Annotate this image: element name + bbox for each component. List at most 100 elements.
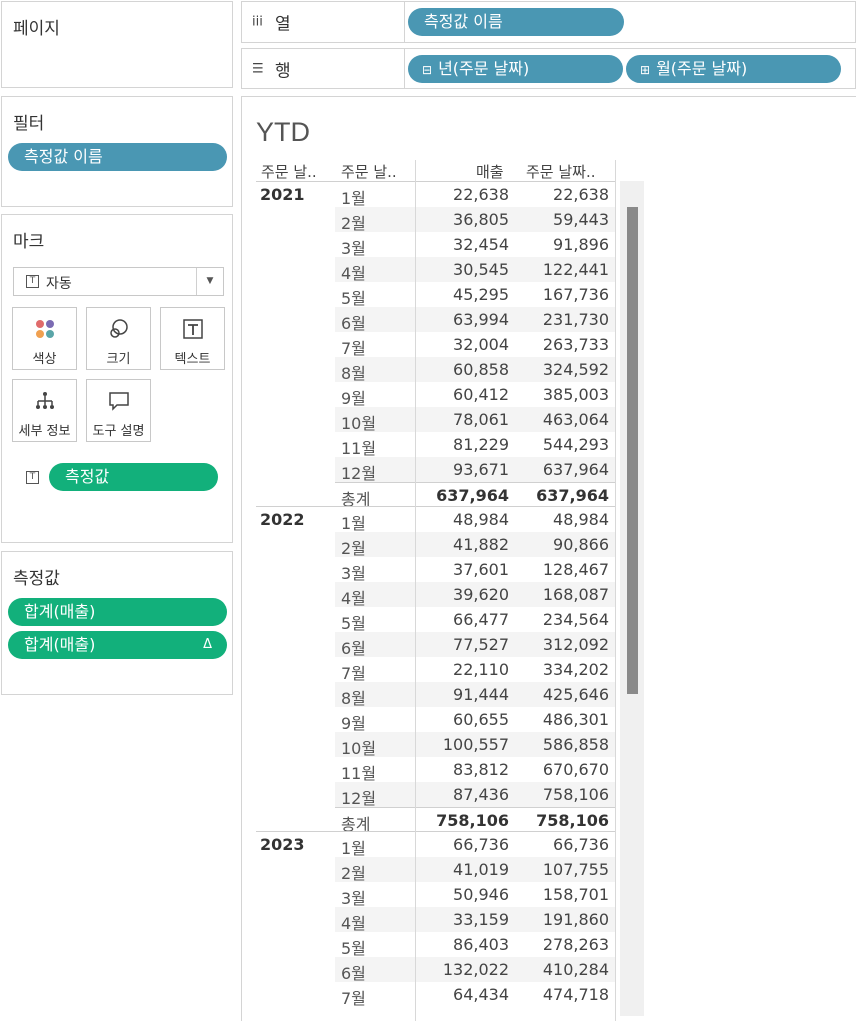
sales-cell: 60,655: [453, 710, 509, 729]
running-total-cell: 758,106: [536, 811, 609, 830]
month-cell: 1월: [341, 839, 366, 858]
running-total-cell: 463,064: [542, 410, 609, 429]
scrollbar-thumb[interactable]: [627, 207, 638, 694]
month-cell: 4월: [341, 264, 366, 283]
mark-type-dropdown[interactable]: T 자동 ▼: [13, 267, 224, 296]
running-total-cell: 158,701: [542, 885, 609, 904]
table-row: 9월 60,412 385,003: [335, 382, 615, 408]
running-total-cell: 334,202: [542, 660, 609, 679]
sales-cell: 132,022: [442, 960, 509, 979]
running-total-cell: 312,092: [542, 635, 609, 654]
month-cell: 12월: [341, 464, 377, 483]
running-total-cell: 59,443: [553, 210, 609, 229]
measure-pill-sum-sales[interactable]: 합계(매출): [8, 598, 227, 626]
sales-cell: 32,004: [453, 335, 509, 354]
columns-shelf[interactable]: iii 열 측정값 이름: [241, 1, 856, 43]
year-label: 2021: [260, 185, 305, 204]
table-row: 7월 32,004 263,733: [335, 332, 615, 358]
table-row: 5월 86,403 278,263: [335, 932, 615, 958]
running-total-cell: 234,564: [542, 610, 609, 629]
table-row: 3월 50,946 158,701: [335, 882, 615, 908]
color-button[interactable]: 색상: [12, 307, 77, 370]
detail-button[interactable]: 세부 정보: [12, 379, 77, 442]
running-total-cell: 544,293: [542, 435, 609, 454]
header-order-month[interactable]: 주문 날..: [341, 161, 397, 182]
table-row: 6월 77,527 312,092: [335, 632, 615, 658]
table-row: 3월 37,601 128,467: [335, 557, 615, 583]
table-row: 2월 41,019 107,755: [335, 857, 615, 883]
table-row: 1월 66,736 66,736: [335, 832, 615, 858]
table-row: 5월 45,295 167,736: [335, 282, 615, 308]
total-row: 총계 758,106 758,106: [335, 807, 615, 834]
table-row: 12월 93,671 637,964: [335, 457, 615, 483]
year-label: 2023: [260, 835, 305, 854]
sales-cell: 78,061: [453, 410, 509, 429]
collapse-icon[interactable]: ⊟: [422, 63, 432, 77]
table-row: 2월 41,882 90,866: [335, 532, 615, 558]
running-total-cell: 90,866: [553, 535, 609, 554]
month-cell: 9월: [341, 389, 366, 408]
text-button[interactable]: 텍스트: [160, 307, 225, 370]
header-sales[interactable]: 매출: [476, 161, 504, 182]
month-cell: 5월: [341, 614, 366, 633]
table-row: 11월 81,229 544,293: [335, 432, 615, 458]
filter-pill-measure-names[interactable]: 측정값 이름: [8, 143, 227, 171]
running-total-cell: 66,736: [553, 835, 609, 854]
running-total-cell: 128,467: [542, 560, 609, 579]
running-total-cell: 425,646: [542, 685, 609, 704]
worksheet-view[interactable]: YTD 주문 날.. 주문 날.. 매출 주문 날짜.. 2021 1월 22,63…: [241, 96, 856, 1021]
rows-shelf[interactable]: ☰ 행 ⊟ 년(주문 날짜) ⊞ 월(주문 날짜): [241, 48, 856, 89]
month-cell: 3월: [341, 564, 366, 583]
header-order-year[interactable]: 주문 날..: [261, 161, 317, 182]
sales-cell: 77,527: [453, 635, 509, 654]
month-cell: 7월: [341, 989, 366, 1008]
month-cell: 7월: [341, 339, 366, 358]
running-total-cell: 278,263: [542, 935, 609, 954]
sales-cell: 45,295: [453, 285, 509, 304]
column-divider: [615, 160, 616, 1021]
month-cell: 12월: [341, 789, 377, 808]
marks-panel-title: 마크: [13, 232, 45, 252]
month-cell: 10월: [341, 414, 377, 433]
size-button[interactable]: 크기: [86, 307, 151, 370]
running-total-cell: 410,284: [542, 960, 609, 979]
tooltip-button[interactable]: 도구 설명: [86, 379, 151, 442]
month-cell: 8월: [341, 364, 366, 383]
sales-cell: 48,984: [453, 510, 509, 529]
rows-shelf-label: ☰ 행: [242, 49, 405, 88]
month-cell: 3월: [341, 239, 366, 258]
text-encoding-pill[interactable]: 측정값: [49, 463, 218, 491]
table-row: 8월 91,444 425,646: [335, 682, 615, 708]
month-cell: 2월: [341, 539, 366, 558]
month-cell: 11월: [341, 764, 377, 783]
sales-cell: 36,805: [453, 210, 509, 229]
column-divider: [415, 160, 416, 1021]
chevron-down-icon[interactable]: ▼: [196, 268, 223, 295]
measure-pill-sum-sales-calc[interactable]: 합계(매출) Δ: [8, 631, 227, 659]
speech-bubble-icon: [87, 390, 150, 412]
sales-cell: 93,671: [453, 460, 509, 479]
expand-icon[interactable]: ⊞: [640, 63, 650, 77]
rows-pill-month[interactable]: ⊞ 월(주문 날짜): [626, 55, 841, 83]
month-cell: 5월: [341, 939, 366, 958]
table-row: 4월 33,159 191,860: [335, 907, 615, 933]
header-running-total[interactable]: 주문 날짜..: [526, 161, 596, 182]
text-encoding-icon: T: [26, 471, 39, 484]
table-row: 6월 63,994 231,730: [335, 307, 615, 333]
sheet-title: YTD: [256, 117, 310, 147]
sales-cell: 37,601: [453, 560, 509, 579]
rows-pill-year[interactable]: ⊟ 년(주문 날짜): [408, 55, 623, 83]
hierarchy-icon: [13, 390, 76, 412]
table-row: 5월 66,477 234,564: [335, 607, 615, 633]
table-row: 3월 32,454 91,896: [335, 232, 615, 258]
sales-cell: 91,444: [453, 685, 509, 704]
sales-cell: 60,858: [453, 360, 509, 379]
month-cell: 2월: [341, 214, 366, 233]
running-total-cell: 231,730: [542, 310, 609, 329]
month-cell: 10월: [341, 739, 377, 758]
sales-cell: 30,545: [453, 260, 509, 279]
table-row: 9월 60,655 486,301: [335, 707, 615, 733]
columns-pill-measure-names[interactable]: 측정값 이름: [408, 8, 624, 36]
running-total-cell: 637,964: [536, 486, 609, 505]
sales-cell: 100,557: [442, 735, 509, 754]
